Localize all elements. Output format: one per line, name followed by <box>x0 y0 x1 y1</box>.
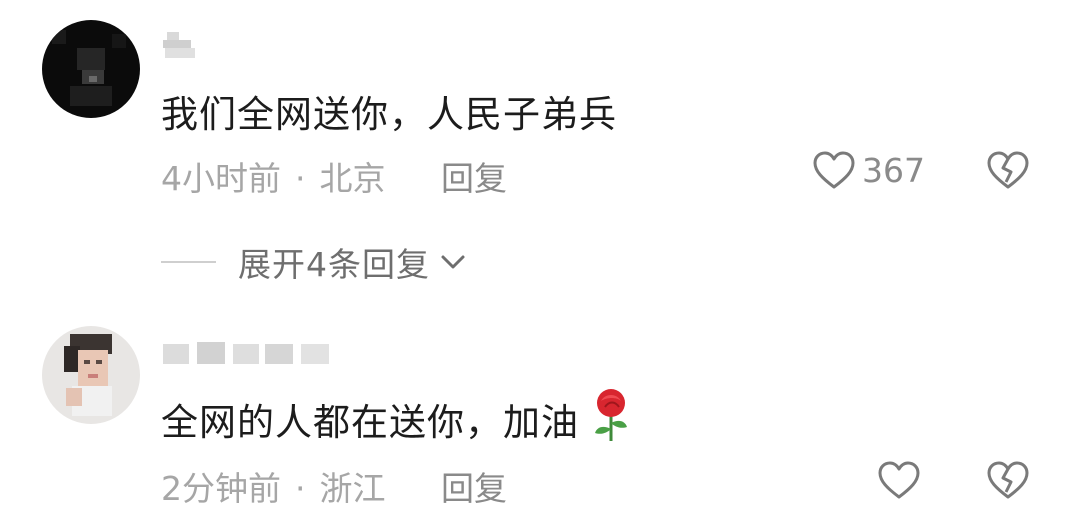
blurred-username <box>163 342 329 364</box>
broken-heart-icon <box>987 151 1029 189</box>
username[interactable] <box>161 338 333 368</box>
comment-text: 我们全网送你，人民子弟兵 <box>161 84 617 138</box>
comment-item: 全网的人都在送你，加油 2分钟前 · 浙江 回复 <box>0 310 1080 524</box>
heart-icon <box>878 461 920 499</box>
comment-meta: 2分钟前 · 浙江 <box>161 462 386 510</box>
comment-item: 我们全网送你，人民子弟兵 4小时前 · 北京 回复 367 <box>0 0 1080 230</box>
divider-line <box>161 261 216 263</box>
location: 北京 <box>319 159 386 198</box>
dislike-button[interactable] <box>986 150 1030 194</box>
rose-icon <box>595 389 627 441</box>
dislike-button[interactable] <box>986 460 1030 504</box>
like-button[interactable]: 367 <box>812 150 925 190</box>
comment-text: 全网的人都在送你，加油 <box>161 389 633 446</box>
avatar-image <box>42 20 140 118</box>
reply-button[interactable]: 回复 <box>441 152 507 200</box>
expand-replies-label: 展开4条回复 <box>238 245 430 284</box>
meta-separator: · <box>295 469 306 508</box>
comment-text-content: 全网的人都在送你，加油 <box>161 401 579 444</box>
like-button[interactable] <box>877 460 921 500</box>
timestamp: 4小时前 <box>161 159 281 198</box>
expand-replies-button[interactable]: 展开4条回复 <box>161 238 468 286</box>
like-count: 367 <box>862 150 925 190</box>
avatar-image <box>42 326 140 424</box>
avatar[interactable] <box>42 326 140 424</box>
comment-text-content: 我们全网送你，人民子弟兵 <box>161 93 617 136</box>
timestamp: 2分钟前 <box>161 469 281 508</box>
heart-icon <box>813 151 855 189</box>
location: 浙江 <box>319 469 386 508</box>
blurred-username <box>163 32 195 58</box>
reply-button[interactable]: 回复 <box>441 462 507 510</box>
comment-meta: 4小时前 · 北京 <box>161 152 386 200</box>
avatar[interactable] <box>42 20 140 118</box>
broken-heart-icon <box>987 461 1029 499</box>
meta-separator: · <box>295 159 306 198</box>
username[interactable] <box>161 30 197 60</box>
chevron-down-icon <box>441 255 465 269</box>
